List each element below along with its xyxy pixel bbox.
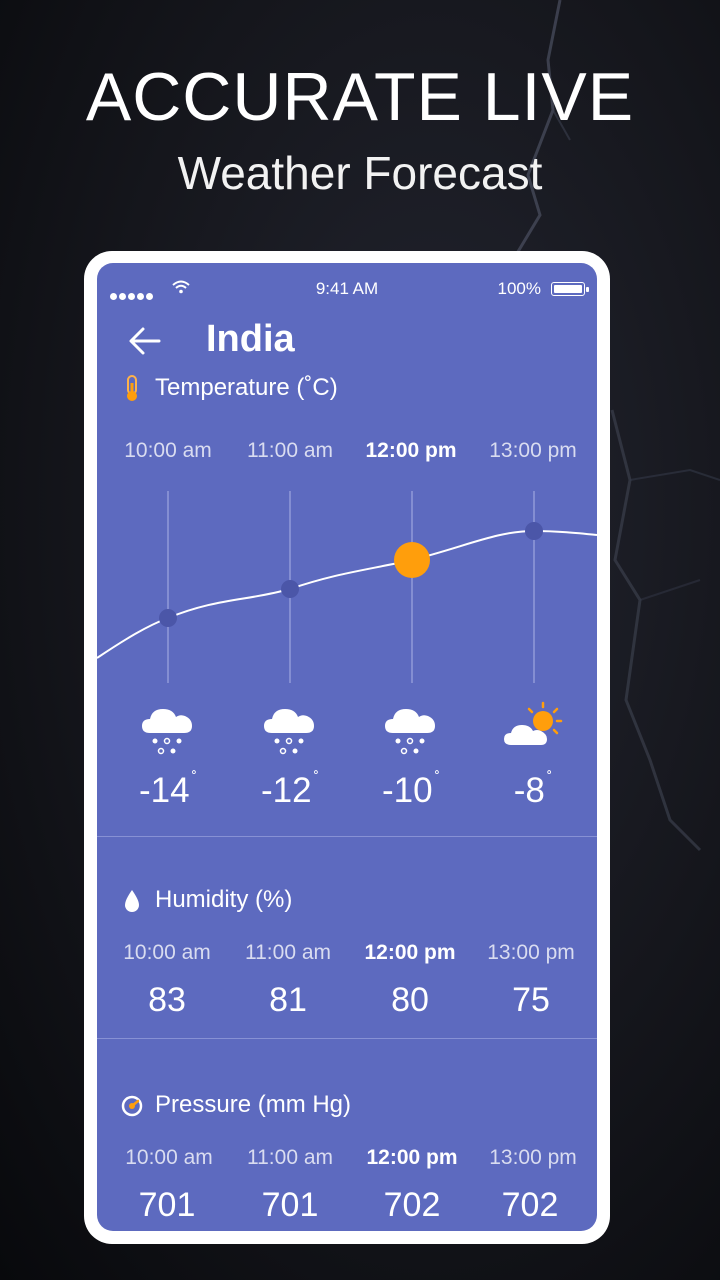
humidity-value: 83 <box>148 981 186 1019</box>
section-divider <box>97 1038 597 1039</box>
pressure-value: 702 <box>501 1186 559 1224</box>
temperature-value: -8 ˚ <box>513 770 553 810</box>
gauge-icon <box>121 1095 143 1117</box>
temperature-point <box>281 580 299 598</box>
humidity-times: 10:00 am 11:00 am 12:00 pm 13:00 pm <box>97 941 597 971</box>
humidity-title: Humidity (%) <box>121 886 292 914</box>
status-bar: 9:41 AM 100% <box>97 277 597 301</box>
phone-frame: 9:41 AM 100% India Temperature (˚C) 10:0… <box>84 251 610 1244</box>
time-label: 13:00 pm <box>489 439 577 462</box>
pressure-value: 702 <box>383 1186 441 1224</box>
time-label: 10:00 am <box>123 941 211 964</box>
temperature-value: -14 ˚ <box>139 770 197 810</box>
pressure-values: 701 701 702 702 <box>97 1186 597 1231</box>
humidity-value: 75 <box>512 981 550 1019</box>
temperature-title: Temperature (˚C) <box>121 374 338 402</box>
snow-cloud-icon <box>264 709 314 755</box>
temperature-title-text: Temperature (˚C) <box>155 374 338 401</box>
temperature-point <box>159 609 177 627</box>
city-title: India <box>206 318 295 360</box>
time-label: 11:00 am <box>247 1146 333 1169</box>
weather-screen: 9:41 AM 100% India Temperature (˚C) 10:0… <box>97 263 597 1231</box>
snow-cloud-icon <box>385 709 435 755</box>
water-drop-icon <box>125 890 139 912</box>
temperature-chart <box>97 491 597 683</box>
time-label-active: 12:00 pm <box>365 439 457 462</box>
pressure-title: Pressure (mm Hg) <box>121 1091 351 1119</box>
pressure-times: 10:00 am 11:00 am 12:00 pm 13:00 pm <box>97 1146 597 1176</box>
time-label: 13:00 pm <box>487 941 575 964</box>
pressure-value: 701 <box>138 1186 196 1224</box>
promo-headline: ACCURATE LIVE <box>85 59 635 135</box>
humidity-title-text: Humidity (%) <box>155 886 293 913</box>
battery-percent: 100% <box>497 279 541 298</box>
weather-condition-icons <box>97 701 597 761</box>
time-label-active: 12:00 pm <box>364 941 456 964</box>
back-arrow-icon[interactable] <box>127 325 163 357</box>
time-label: 13:00 pm <box>489 1146 577 1169</box>
snow-cloud-icon <box>142 709 192 755</box>
time-label: 10:00 am <box>125 1146 213 1169</box>
time-label: 11:00 am <box>245 941 331 964</box>
humidity-value: 80 <box>391 981 429 1019</box>
battery-nub <box>586 287 589 292</box>
humidity-values: 83 81 80 75 <box>97 981 597 1027</box>
partly-sunny-icon <box>504 701 563 745</box>
time-label: 11:00 am <box>247 439 333 462</box>
time-label: 10:00 am <box>124 439 212 462</box>
battery-icon <box>551 282 585 296</box>
time-label-active: 12:00 pm <box>366 1146 458 1169</box>
temperature-values: -14 ˚ -12 ˚ -10 ˚ -8 ˚ <box>97 770 597 817</box>
promo-subline: Weather Forecast <box>177 147 543 199</box>
temperature-value: -12 ˚ <box>261 770 319 810</box>
temperature-times: 10:00 am 11:00 am 12:00 pm 13:00 pm <box>97 439 597 469</box>
pressure-value: 701 <box>261 1186 319 1224</box>
temperature-value: -10 ˚ <box>382 770 440 810</box>
humidity-value: 81 <box>269 981 307 1019</box>
temperature-curve <box>97 529 597 659</box>
thermometer-icon <box>127 375 137 401</box>
temperature-point <box>525 522 543 540</box>
pressure-title-text: Pressure (mm Hg) <box>155 1091 352 1118</box>
section-divider <box>97 836 597 837</box>
temperature-point-active <box>394 542 430 578</box>
